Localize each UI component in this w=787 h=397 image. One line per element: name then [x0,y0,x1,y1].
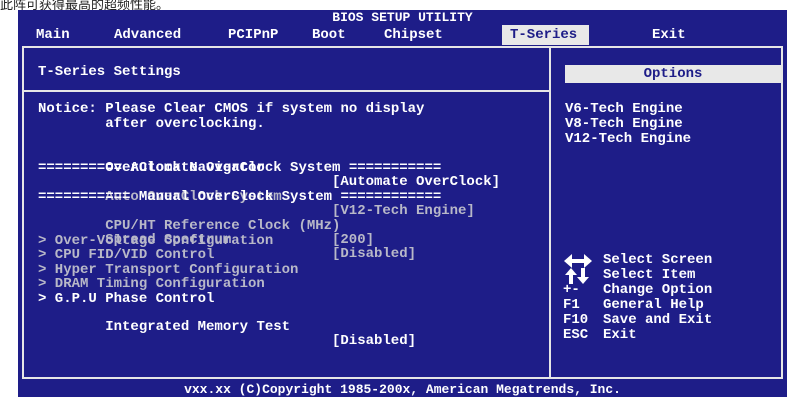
setting-label: Integrated Memory Test [105,319,291,335]
key-plus-minus: +- [563,282,580,298]
settings-panel: T-Series Settings Notice: Please Clear C… [24,48,549,377]
setting-value[interactable]: [Automate OverClock] [332,175,500,189]
menu-bar: Main Advanced PCIPnP Boot Chipset T-Seri… [18,24,787,46]
options-panel: Options V6-Tech Engine V8-Tech Engine V1… [551,48,781,377]
setting-value[interactable]: [V12-Tech Engine] [332,204,475,218]
submenu-over-voltage[interactable]: > Over-Voltage Configuration [38,234,273,248]
main-frame: T-Series Settings Notice: Please Clear C… [22,46,783,379]
caption-strip: 此阵可获得最高的超频性能。 [0,0,787,10]
automate-header: ========== Automate OverClock System ===… [38,160,442,176]
menu-main[interactable]: Main [32,27,74,43]
menu-advanced[interactable]: Advanced [110,27,185,43]
submenu-gpu-phase[interactable]: > G.P.U Phase Control [38,292,214,306]
option-v8[interactable]: V8-Tech Engine [565,117,683,131]
key-f1: F1 [563,297,580,313]
utility-title: BIOS SETUP UTILITY [332,10,473,25]
manual-header: =========== Manual OverClock System ====… [38,189,442,205]
key-esc: ESC [563,327,589,343]
section-title: T-Series Settings [38,64,181,80]
setting-value[interactable]: [200] [332,233,374,247]
caption-text: 此阵可获得最高的超频性能。 [0,0,170,10]
setting-integrated-memory-test[interactable]: Integrated Memory Test [Disabled] [38,306,416,362]
help-exit: Exit [603,327,637,343]
key-f10: F10 [563,312,589,328]
menu-t-series[interactable]: T-Series [502,25,590,45]
help-save-exit: Save and Exit [603,312,713,328]
options-header: Options [565,65,781,83]
submenu-cpu-fid-vid[interactable]: > CPU FID/VID Control [38,248,214,262]
help-select-screen: Select Screen [603,252,713,268]
notice-line-1: Notice: Please Clear CMOS if system no d… [38,101,425,117]
menu-exit[interactable]: Exit [648,27,690,43]
help-select-item: Select Item [603,267,696,283]
notice-line-2: after overclocking. [38,116,265,132]
setting-value[interactable]: [Disabled] [332,247,416,261]
menu-boot[interactable]: Boot [308,27,350,43]
option-v6[interactable]: V6-Tech Engine [565,102,683,116]
option-v12[interactable]: V12-Tech Engine [565,132,691,146]
setting-value[interactable]: [Disabled] [332,334,416,348]
copyright-footer: vxx.xx (C)Copyright 1985-200x, American … [184,382,621,397]
bios-screen: BIOS SETUP UTILITY Main Advanced PCIPnP … [18,10,787,397]
submenu-hyper-transport[interactable]: > Hyper Transport Configuration [38,263,298,277]
help-change-option: Change Option [603,282,713,298]
menu-chipset[interactable]: Chipset [380,27,447,43]
title-divider [24,90,549,92]
menu-pcipnp[interactable]: PCIPnP [224,27,282,43]
submenu-dram-timing[interactable]: > DRAM Timing Configuration [38,277,265,291]
help-general-help: General Help [603,297,704,313]
